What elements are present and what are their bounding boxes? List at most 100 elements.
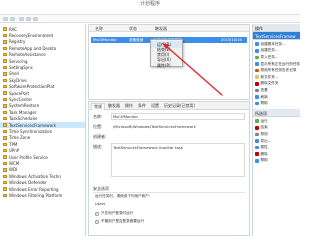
action-item[interactable]: 查看 bbox=[253, 87, 300, 94]
folder-icon bbox=[3, 187, 7, 191]
action-item[interactable]: 刷新 bbox=[253, 94, 300, 101]
tree-item-label: Windows Error Reporting bbox=[9, 186, 59, 192]
folder-icon bbox=[3, 129, 7, 134]
actions-header[interactable]: 操作 bbox=[253, 24, 300, 32]
tree-item-label: TPM bbox=[9, 141, 18, 147]
option-any-user-radio[interactable] bbox=[95, 220, 99, 224]
selected-action-item[interactable]: 帮助 bbox=[253, 158, 300, 165]
action-label: 刷新 bbox=[260, 94, 268, 99]
action-icon bbox=[255, 152, 259, 156]
tree-item-label: Windows Activation Techn bbox=[9, 173, 61, 179]
folder-icon bbox=[3, 91, 7, 95]
task-details: 常规 触发器 操作 条件 设置 历史记录(已禁用) 名称: MsCtfMonit… bbox=[88, 101, 250, 236]
selected-action-item[interactable]: 禁用 bbox=[253, 131, 300, 138]
selected-action-item[interactable]: 导出... bbox=[253, 138, 300, 145]
tree-item-label: Time Synchronization bbox=[9, 128, 53, 134]
tree-item-label: RAC bbox=[9, 26, 18, 32]
tree-item-label: UPnP bbox=[9, 148, 20, 154]
action-item[interactable]: 删除文件夹 bbox=[253, 81, 300, 88]
security-title: 安全选项 bbox=[93, 186, 109, 191]
folder-icon bbox=[3, 97, 7, 102]
folder-icon bbox=[3, 168, 7, 172]
action-label: 查看 bbox=[260, 87, 268, 92]
toolbar bbox=[0, 15, 300, 23]
description-value: TextServicesFramework monitor task bbox=[113, 145, 183, 150]
tree-item-label: Time Zone bbox=[9, 135, 31, 141]
action-label: 新文件夹... bbox=[260, 74, 279, 79]
tree-item-label: Shell bbox=[9, 71, 19, 77]
action-item[interactable]: 新文件夹... bbox=[253, 74, 300, 81]
tab-actions[interactable]: 操作 bbox=[123, 103, 135, 110]
tab-history[interactable]: 历史记录(已禁用) bbox=[162, 103, 197, 110]
selected-action-item[interactable]: 结束 bbox=[253, 125, 300, 132]
actions-folder-header[interactable]: TextServicesFramew bbox=[253, 32, 300, 40]
tab-triggers[interactable]: 触发器 bbox=[106, 103, 122, 110]
task-library-tree[interactable]: RAC RecoveryEnvironment Registry RemoteApp … bbox=[0, 24, 86, 236]
action-icon bbox=[255, 125, 259, 130]
folder-up-icon[interactable] bbox=[19, 17, 24, 21]
action-item[interactable]: 禁用所有任务历史记录 bbox=[253, 67, 300, 74]
action-label: 帮助 bbox=[260, 101, 268, 106]
tree-item-label: Windows Filtering Platform bbox=[9, 192, 63, 198]
folder-icon bbox=[3, 65, 7, 70]
action-icon bbox=[255, 132, 259, 137]
action-label: 显示所有正在运行的任务 bbox=[260, 61, 301, 66]
tree-item-label: Windows Defender bbox=[9, 180, 47, 186]
action-label: 禁用所有任务历史记录 bbox=[260, 68, 297, 73]
tree-item-label: SpacePort bbox=[9, 90, 30, 96]
tab-conditions[interactable]: 条件 bbox=[136, 103, 148, 110]
action-icon bbox=[255, 101, 259, 106]
column-trigger[interactable]: 触发器 bbox=[155, 26, 167, 31]
tree-item-label: RemoteAssistance bbox=[9, 52, 46, 58]
selected-item-header[interactable]: 所选项 bbox=[253, 109, 300, 117]
action-icon bbox=[255, 95, 259, 99]
option-logged-on-radio[interactable] bbox=[95, 212, 99, 216]
folder-icon bbox=[3, 40, 7, 44]
folder-icon bbox=[3, 46, 7, 50]
action-item[interactable]: 帮助 bbox=[253, 100, 300, 107]
menu-item-properties[interactable]: 属性(P) bbox=[151, 62, 182, 69]
tree-item-label: SystemRestore bbox=[9, 103, 40, 109]
action-item[interactable]: 显示所有正在运行的任务 bbox=[253, 61, 300, 68]
location-label: 位置: bbox=[93, 124, 103, 129]
tree-item-label: RemoteApp and Deskto bbox=[9, 45, 57, 51]
action-label: 创建基本任务... bbox=[260, 41, 286, 46]
tree-item[interactable]: Windows Filtering Platform bbox=[0, 192, 85, 198]
selected-action-item[interactable]: 删除 bbox=[253, 151, 300, 158]
selected-action-item[interactable]: 属性 bbox=[253, 144, 300, 151]
name-label: 名称: bbox=[93, 114, 103, 119]
security-divider bbox=[93, 192, 245, 193]
details-tabs: 常规 触发器 操作 条件 设置 历史记录(已禁用) bbox=[89, 102, 249, 110]
tree-item-label: SettingSync bbox=[9, 64, 33, 70]
forward-icon[interactable] bbox=[10, 17, 15, 21]
location-value: \Microsoft\Windows\TextServicesFramework bbox=[113, 124, 196, 129]
column-name[interactable]: 名称 bbox=[95, 26, 103, 31]
back-icon[interactable] bbox=[3, 17, 8, 21]
column-status[interactable]: 状态 bbox=[129, 26, 137, 31]
tree-item-label: Servicing bbox=[9, 58, 28, 64]
folder-icon bbox=[3, 110, 7, 114]
properties-icon[interactable] bbox=[26, 17, 31, 21]
action-label: 帮助 bbox=[260, 158, 268, 163]
menu-bar bbox=[0, 8, 300, 15]
tree-item-label: RecoveryEnvironment bbox=[9, 32, 54, 38]
action-item[interactable]: 创建任务... bbox=[253, 48, 300, 55]
action-item[interactable]: 创建基本任务... bbox=[253, 41, 300, 48]
folder-icon bbox=[3, 33, 7, 38]
tree-item-label: SyncCenter bbox=[9, 96, 33, 102]
action-icon bbox=[255, 55, 259, 60]
folder-icon bbox=[3, 161, 7, 166]
folder-icon bbox=[3, 116, 7, 121]
help-icon[interactable] bbox=[33, 17, 38, 21]
action-label: 删除 bbox=[260, 151, 268, 156]
action-label: 运行 bbox=[260, 118, 268, 123]
folder-icon bbox=[3, 136, 7, 140]
selected-action-item[interactable]: 运行 bbox=[253, 118, 300, 125]
tab-settings[interactable]: 设置 bbox=[149, 103, 161, 110]
tab-general[interactable]: 常规 bbox=[91, 103, 105, 110]
action-icon bbox=[255, 75, 259, 79]
folder-icon bbox=[3, 174, 7, 178]
action-item[interactable]: 导入任务... bbox=[253, 54, 300, 61]
folder-icon bbox=[3, 193, 7, 198]
folder-icon bbox=[3, 59, 7, 63]
